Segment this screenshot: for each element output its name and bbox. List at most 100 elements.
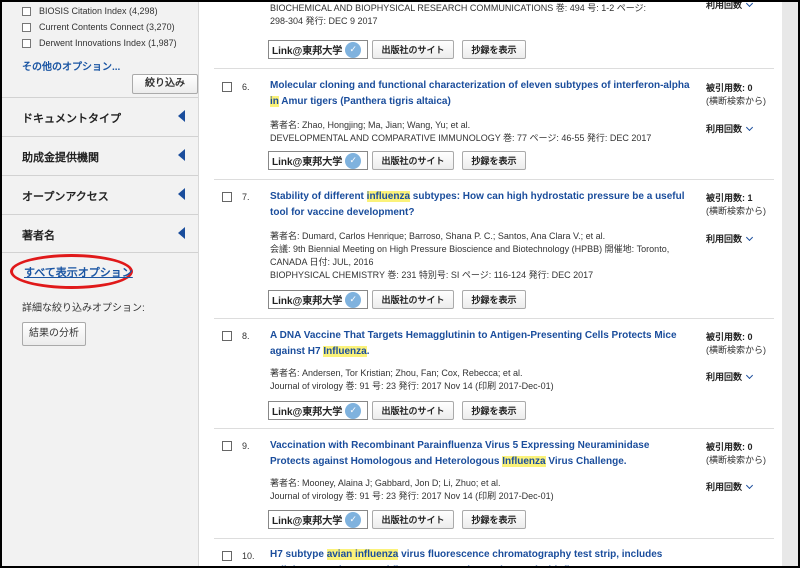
- link-toho-button[interactable]: Link@東邦大学 ✓: [268, 151, 368, 170]
- record-checkbox[interactable]: [222, 192, 232, 202]
- record-number: 7.: [242, 192, 250, 202]
- title-highlight: Influenza: [323, 346, 367, 357]
- record-title-link[interactable]: Stability of different influenza subtype…: [270, 189, 690, 221]
- collapse-triangle-icon: [178, 110, 185, 122]
- publisher-site-button[interactable]: 出版社のサイト: [372, 151, 454, 170]
- link-label: Link@東邦大学: [272, 157, 343, 168]
- link-toho-button[interactable]: Link@東邦大学 ✓: [268, 40, 368, 59]
- record-title-link[interactable]: Molecular cloning and functional charact…: [270, 78, 690, 110]
- divider: [214, 538, 774, 539]
- record-checkbox[interactable]: [222, 551, 232, 561]
- meta-line: 著者名: Andersen, Tor Kristian; Zhou, Fan; …: [270, 368, 523, 378]
- meta-line: 著者名: Dumard, Carlos Henrique; Barroso, S…: [270, 231, 606, 241]
- citation-count: 被引用数: 0 (横断検索から): [706, 331, 766, 357]
- facet-option-label: BIOSIS Citation Index (4,298): [39, 6, 158, 16]
- record-number: 8.: [242, 331, 250, 341]
- record-title-link[interactable]: H7 subtype avian influenza virus fluores…: [270, 547, 690, 566]
- divider: [214, 318, 774, 319]
- chevron-down-icon: [745, 2, 754, 8]
- record-number: 9.: [242, 441, 250, 451]
- meta-line: 著者名: Mooney, Alaina J; Gabbard, Jon D; L…: [270, 478, 501, 488]
- divider: [2, 252, 198, 253]
- link-logo-icon: ✓: [345, 152, 362, 169]
- scrollbar-track[interactable]: [782, 2, 798, 566]
- show-abstract-button[interactable]: 抄録を表示: [462, 510, 526, 529]
- show-abstract-button[interactable]: 抄録を表示: [462, 290, 526, 309]
- analyze-results-button[interactable]: 結果の分析: [22, 322, 86, 346]
- link-toho-button[interactable]: Link@東邦大学 ✓: [268, 401, 368, 420]
- record-actions: Link@東邦大学 ✓ 出版社のサイト 抄録を表示: [268, 151, 526, 170]
- link-toho-button[interactable]: Link@東邦大学 ✓: [268, 290, 368, 309]
- facet-checkbox[interactable]: [22, 22, 31, 32]
- divider: [214, 428, 774, 429]
- cite-note: (横断検索から): [706, 96, 766, 106]
- chevron-down-icon: [745, 481, 754, 490]
- section-funding-agency[interactable]: 助成金提供機関: [2, 136, 198, 175]
- cite-count: 被引用数: 0: [706, 332, 753, 342]
- link-label: Link@東邦大学: [272, 46, 343, 57]
- title-highlight: in: [270, 96, 279, 107]
- meta-line: Journal of virology 巻: 91 号: 23 発行: 2017…: [270, 491, 554, 501]
- facet-option[interactable]: Current Contents Connect (3,270): [22, 22, 175, 32]
- meta-line: CANADA 日付: JUL, 2016: [270, 257, 374, 267]
- chevron-down-icon: [745, 233, 754, 242]
- publisher-site-button[interactable]: 出版社のサイト: [372, 401, 454, 420]
- section-author[interactable]: 著者名: [2, 214, 198, 253]
- refine-button[interactable]: 絞り込み: [132, 74, 198, 94]
- section-document-type[interactable]: ドキュメントタイプ: [2, 97, 198, 136]
- usage-label: 利用回数: [706, 482, 743, 492]
- cite-note: (横断検索から): [706, 455, 766, 465]
- section-label: ドキュメントタイプ: [22, 113, 121, 125]
- link-logo-icon: ✓: [345, 402, 362, 419]
- title-text: Amur tigers (Panthera tigris altaica): [278, 96, 451, 107]
- record-title-link[interactable]: A DNA Vaccine That Targets Hemagglutinin…: [270, 328, 690, 360]
- title-highlight: Influenza: [502, 456, 546, 467]
- results-list: BIOCHEMICAL AND BIOPHYSICAL RESEARCH COM…: [206, 2, 798, 566]
- usage-toggle[interactable]: 利用回数: [706, 370, 754, 383]
- publisher-site-button[interactable]: 出版社のサイト: [372, 290, 454, 309]
- record-title-link[interactable]: Vaccination with Recombinant Parainfluen…: [270, 438, 690, 470]
- cite-count: 被引用数: 1: [706, 193, 753, 203]
- record-checkbox[interactable]: [222, 331, 232, 341]
- refine-sidebar: BIOSIS Citation Index (4,298) Current Co…: [2, 2, 199, 566]
- divider: [214, 68, 774, 69]
- link-logo-icon: ✓: [345, 291, 362, 308]
- facet-option[interactable]: BIOSIS Citation Index (4,298): [22, 6, 158, 16]
- meta-line: BIOCHEMICAL AND BIOPHYSICAL RESEARCH COM…: [270, 3, 647, 13]
- link-toho-button[interactable]: Link@東邦大学 ✓: [268, 510, 368, 529]
- section-label: オープンアクセス: [22, 191, 109, 203]
- record-source: 著者名: Andersen, Tor Kristian; Zhou, Fan; …: [270, 367, 700, 393]
- facet-option-label: Current Contents Connect (3,270): [39, 22, 175, 32]
- facet-option[interactable]: Derwent Innovations Index (1,987): [22, 38, 177, 48]
- more-options-link[interactable]: その他のオプション...: [22, 58, 120, 73]
- section-label: 著者名: [22, 230, 55, 242]
- section-label: 助成金提供機関: [22, 152, 99, 164]
- show-abstract-button[interactable]: 抄録を表示: [462, 401, 526, 420]
- record-actions: Link@東邦大学 ✓ 出版社のサイト 抄録を表示: [268, 40, 526, 59]
- usage-label: 利用回数: [706, 372, 743, 382]
- record-source: 著者名: Mooney, Alaina J; Gabbard, Jon D; L…: [270, 477, 700, 503]
- cite-count: 被引用数: 0: [706, 442, 753, 452]
- show-abstract-button[interactable]: 抄録を表示: [462, 40, 526, 59]
- facet-checkbox[interactable]: [22, 6, 31, 16]
- usage-toggle[interactable]: 利用回数: [706, 2, 754, 11]
- record-number: 10.: [242, 551, 255, 561]
- facet-checkbox[interactable]: [22, 38, 31, 48]
- section-open-access[interactable]: オープンアクセス: [2, 175, 198, 214]
- publisher-site-button[interactable]: 出版社のサイト: [372, 40, 454, 59]
- show-abstract-button[interactable]: 抄録を表示: [462, 151, 526, 170]
- view-all-options-link[interactable]: すべて表示オプション: [24, 264, 133, 280]
- usage-toggle[interactable]: 利用回数: [706, 480, 754, 493]
- usage-toggle[interactable]: 利用回数: [706, 122, 754, 135]
- record-actions: Link@東邦大学 ✓ 出版社のサイト 抄録を表示: [268, 290, 526, 309]
- link-label: Link@東邦大学: [272, 407, 343, 418]
- record-source: BIOCHEMICAL AND BIOPHYSICAL RESEARCH COM…: [270, 2, 700, 28]
- chevron-down-icon: [745, 123, 754, 132]
- publisher-site-button[interactable]: 出版社のサイト: [372, 510, 454, 529]
- usage-toggle[interactable]: 利用回数: [706, 232, 754, 245]
- meta-line: 著者名: Zhao, Hongjing; Ma, Jian; Wang, Yu;…: [270, 120, 471, 130]
- citation-count: 被引用数: 1 (横断検索から): [706, 192, 766, 218]
- cite-count: 被引用数: 0: [706, 83, 753, 93]
- record-checkbox[interactable]: [222, 82, 232, 92]
- record-checkbox[interactable]: [222, 441, 232, 451]
